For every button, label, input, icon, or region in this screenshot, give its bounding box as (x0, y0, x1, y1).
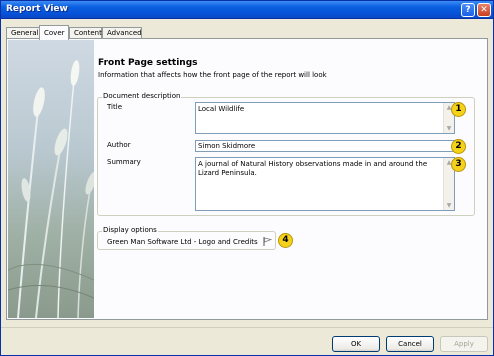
page-heading: Front Page settings (98, 58, 198, 68)
ok-button[interactable]: OK (332, 336, 380, 352)
title-value: Local Wildlife (198, 105, 245, 113)
flag-icon[interactable] (263, 237, 272, 246)
callout-1: 1 (451, 102, 466, 117)
title-field[interactable]: Local Wildlife ▲ ▼ (195, 102, 455, 134)
tab-cover[interactable]: Cover (39, 25, 69, 40)
scroll-down-icon[interactable]: ▼ (444, 124, 454, 133)
display-options-legend: Display options (102, 226, 158, 234)
page-subtext: Information that affects how the front p… (98, 71, 327, 79)
scroll-down-icon[interactable]: ▼ (444, 201, 454, 210)
callout-2: 2 (451, 139, 466, 154)
apply-button[interactable]: Apply (440, 336, 488, 352)
document-description-legend: Document description (102, 92, 182, 100)
summary-value: A journal of Natural History observation… (198, 160, 428, 177)
cancel-button[interactable]: Cancel (386, 336, 434, 352)
callout-4: 4 (278, 233, 293, 248)
callout-3: 3 (451, 157, 466, 172)
window-title: Report View (6, 4, 68, 14)
wheat-field-image (8, 40, 94, 318)
author-label: Author (107, 141, 131, 149)
author-field[interactable]: Simon Skidmore (195, 140, 455, 152)
help-icon[interactable]: ? (461, 3, 475, 17)
summary-label: Summary (107, 158, 141, 166)
close-icon[interactable]: ✕ (477, 3, 491, 17)
author-value: Simon Skidmore (198, 142, 256, 150)
title-bar[interactable]: Report View ? ✕ (1, 1, 493, 19)
summary-field[interactable]: A journal of Natural History observation… (195, 157, 455, 211)
title-label: Title (107, 103, 123, 111)
display-options-value[interactable]: Green Man Software Ltd - Logo and Credit… (107, 238, 258, 246)
report-view-window: Report View ? ✕ General Cover Content Ad… (0, 0, 494, 356)
